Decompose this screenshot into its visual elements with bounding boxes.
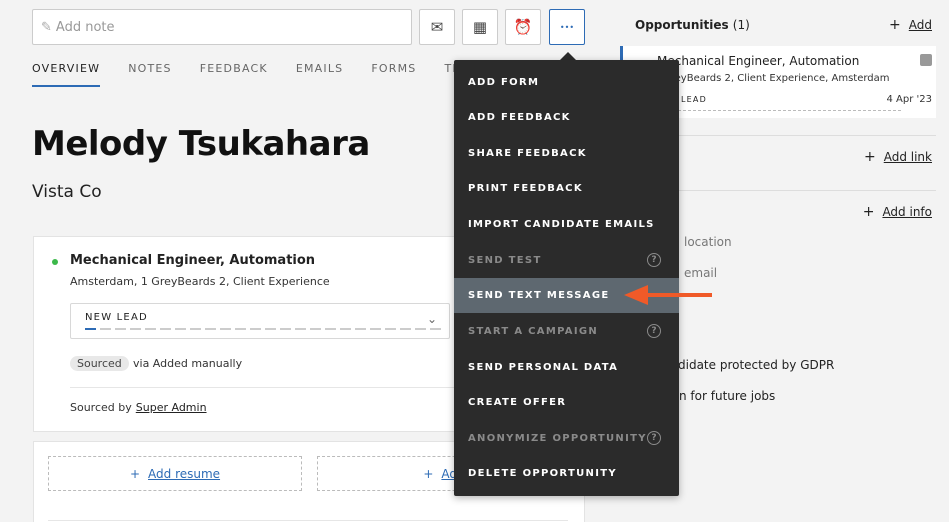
pencil-icon: ✎ <box>41 19 52 35</box>
help-icon[interactable]: ? <box>647 324 661 338</box>
chevron-down-icon: ⌄ <box>426 312 437 326</box>
menu-caret <box>560 52 576 60</box>
alarm-clock-icon: ⏰ <box>513 18 533 36</box>
sidebar-opportunity-subtitle: GreyBeards 2, Client Experience, Amsterd… <box>663 73 890 84</box>
menu-item-label: IMPORT CANDIDATE EMAILS <box>468 219 655 230</box>
sourced-by-link[interactable]: Super Admin <box>136 401 207 414</box>
menu-item-create-offer[interactable]: CREATE OFFER <box>454 385 679 420</box>
status-dot <box>52 259 58 265</box>
sourced-by: Sourced by Super Admin <box>70 401 207 414</box>
candidate-name: Melody Tsukahara <box>32 124 370 164</box>
menu-item-send-test: SEND TEST? <box>454 243 679 278</box>
menu-item-label: ADD FORM <box>468 77 540 88</box>
menu-item-print-feedback[interactable]: PRINT FEEDBACK <box>454 171 679 206</box>
app-root: ✎ Add note ✉ ▦ ⏰ ••• OVERVIEW NOTES FEED… <box>0 0 949 522</box>
add-note-placeholder: Add note <box>55 19 115 35</box>
sourced-badge: Sourced <box>70 356 129 371</box>
sidebar-opportunity-title: Mechanical Engineer, Automation <box>657 54 860 68</box>
opportunities-heading: Opportunities (1) <box>635 18 750 32</box>
sourced-by-label: Sourced by <box>70 401 132 414</box>
avatar <box>920 54 932 66</box>
help-icon[interactable]: ? <box>647 431 661 445</box>
sourced-via: via Added manually <box>133 357 243 370</box>
add-link-label: Add link <box>883 150 932 164</box>
add-resume-label: Add resume <box>148 466 221 481</box>
stage-selector[interactable]: NEW LEAD ⌄ <box>70 303 450 339</box>
menu-item-label: ADD FEEDBACK <box>468 112 571 123</box>
more-actions-menu: ADD FORM ADD FEEDBACK SHARE FEEDBACK PRI… <box>454 60 679 496</box>
opportunity-card: Mechanical Engineer, Automation Amsterda… <box>33 236 474 432</box>
add-opportunity-label: Add <box>908 18 932 32</box>
add-link-button[interactable]: + Add link <box>864 149 932 165</box>
email-field[interactable]: email <box>684 266 717 280</box>
menu-item-anonymize-opportunity: ANONYMIZE OPPORTUNITY? <box>454 421 679 456</box>
stage-progress <box>85 328 441 330</box>
future-jobs-status: n for future jobs <box>679 389 776 403</box>
plus-icon: + <box>862 204 875 220</box>
gdpr-status: didate protected by GDPR <box>678 358 835 372</box>
plus-icon: + <box>129 466 141 481</box>
envelope-icon: ✉ <box>430 18 444 36</box>
calendar-icon: ▦ <box>472 18 488 36</box>
add-info-button[interactable]: + Add info <box>863 204 932 220</box>
profile-tabs: OVERVIEW NOTES FEEDBACK EMAILS FORMS TEX… <box>32 62 485 87</box>
menu-item-start-a-campaign: START A CAMPAIGN? <box>454 314 679 349</box>
schedule-button[interactable]: ▦ <box>462 9 498 45</box>
menu-item-label: START A CAMPAIGN <box>468 326 599 337</box>
menu-item-label: CREATE OFFER <box>468 397 567 408</box>
reminder-button[interactable]: ⏰ <box>505 9 541 45</box>
location-field[interactable]: location <box>684 235 732 249</box>
menu-item-label: DELETE OPPORTUNITY <box>468 468 617 479</box>
email-button[interactable]: ✉ <box>419 9 455 45</box>
menu-item-label: SEND PERSONAL DATA <box>468 362 619 373</box>
add-opportunity-button[interactable]: + Add <box>889 17 932 33</box>
menu-item-label: SEND TEXT MESSAGE <box>468 290 610 301</box>
tab-forms[interactable]: FORMS <box>371 62 416 87</box>
help-icon[interactable]: ? <box>647 253 661 267</box>
plus-icon: + <box>889 17 901 33</box>
opportunities-title: Opportunities <box>635 18 729 32</box>
opportunities-count: (1) <box>732 18 750 32</box>
candidate-company: Vista Co <box>32 182 102 202</box>
menu-item-send-personal-data[interactable]: SEND PERSONAL DATA <box>454 350 679 385</box>
opportunity-title[interactable]: Mechanical Engineer, Automation <box>70 253 315 268</box>
menu-item-label: PRINT FEEDBACK <box>468 183 583 194</box>
add-resume-button[interactable]: + Add resume <box>48 456 302 491</box>
menu-item-add-feedback[interactable]: ADD FEEDBACK <box>454 100 679 135</box>
tab-emails[interactable]: EMAILS <box>296 62 344 87</box>
more-actions-button[interactable]: ••• <box>549 9 585 45</box>
menu-item-add-form[interactable]: ADD FORM <box>454 65 679 100</box>
more-dots-icon: ••• <box>559 22 575 32</box>
sidebar-opportunity-stage: LEAD <box>681 95 707 104</box>
menu-item-label: ANONYMIZE OPPORTUNITY <box>468 433 647 444</box>
plus-icon: + <box>863 149 876 165</box>
tab-feedback[interactable]: FEEDBACK <box>200 62 268 87</box>
pointer-arrow-icon <box>624 285 712 305</box>
add-note-input[interactable]: ✎ Add note <box>32 9 412 45</box>
menu-item-import-candidate-emails[interactable]: IMPORT CANDIDATE EMAILS <box>454 207 679 242</box>
stage-label: NEW LEAD <box>85 312 148 323</box>
add-info-label: Add info <box>882 205 932 219</box>
divider <box>70 387 474 388</box>
sidebar-opportunity-date: 4 Apr '23 <box>886 94 933 105</box>
menu-item-share-feedback[interactable]: SHARE FEEDBACK <box>454 136 679 171</box>
menu-item-label: SHARE FEEDBACK <box>468 148 587 159</box>
tab-overview[interactable]: OVERVIEW <box>32 62 101 87</box>
plus-icon: + <box>423 466 434 481</box>
opportunity-subtitle: Amsterdam, 1 GreyBeards 2, Client Experi… <box>70 275 330 288</box>
menu-item-label: SEND TEST <box>468 255 542 266</box>
menu-item-delete-opportunity[interactable]: DELETE OPPORTUNITY <box>454 456 679 491</box>
divider <box>48 520 568 521</box>
stage-progress <box>673 110 901 111</box>
tab-notes[interactable]: NOTES <box>128 62 172 87</box>
